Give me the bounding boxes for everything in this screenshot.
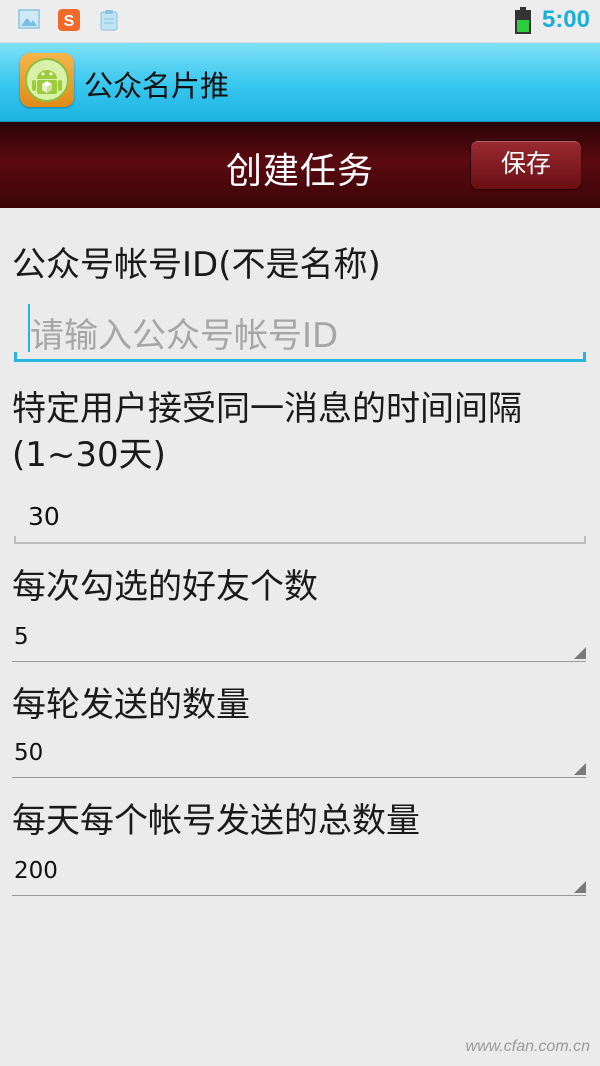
svg-text:S: S	[64, 13, 75, 30]
dropdown-arrow-icon	[574, 881, 586, 893]
per-round-label: 每轮发送的数量	[12, 685, 250, 725]
friends-count-value: 5	[14, 624, 29, 650]
android-icon	[25, 58, 69, 102]
sogou-icon: S	[58, 9, 80, 31]
per-round-dropdown[interactable]: 50	[12, 738, 586, 778]
app-action-bar: 公众名片推	[0, 43, 600, 122]
friends-count-dropdown[interactable]: 5	[12, 622, 586, 662]
app-title: 公众名片推	[84, 69, 230, 103]
clipboard-icon	[100, 10, 118, 31]
interval-value: 30	[28, 502, 60, 531]
daily-total-dropdown[interactable]: 200	[12, 856, 586, 896]
interval-input[interactable]: 30	[14, 496, 586, 544]
interval-label: 特定用户接受同一消息的时间间隔(1~30天)	[12, 389, 522, 475]
friends-count-label: 每次勾选的好友个数	[12, 567, 318, 607]
save-button[interactable]: 保存	[470, 140, 582, 190]
dropdown-arrow-icon	[574, 647, 586, 659]
status-bar: S 5:00	[0, 0, 600, 43]
account-id-placeholder: 请输入公众号帐号ID	[30, 316, 339, 356]
battery-icon	[515, 7, 531, 34]
page-title-bar: 创建任务 保存	[0, 122, 600, 208]
account-id-label: 公众号帐号ID(不是名称)	[12, 245, 381, 285]
image-icon	[18, 9, 40, 29]
status-clock: 5:00	[541, 6, 590, 33]
account-id-input[interactable]: 请输入公众号帐号ID	[14, 296, 586, 362]
daily-total-value: 200	[14, 858, 58, 884]
dropdown-arrow-icon	[574, 763, 586, 775]
per-round-value: 50	[14, 740, 44, 766]
daily-total-label: 每天每个帐号发送的总数量	[12, 801, 420, 841]
watermark: www.cfan.com.cn	[465, 1038, 590, 1055]
app-logo-icon[interactable]	[20, 53, 74, 107]
